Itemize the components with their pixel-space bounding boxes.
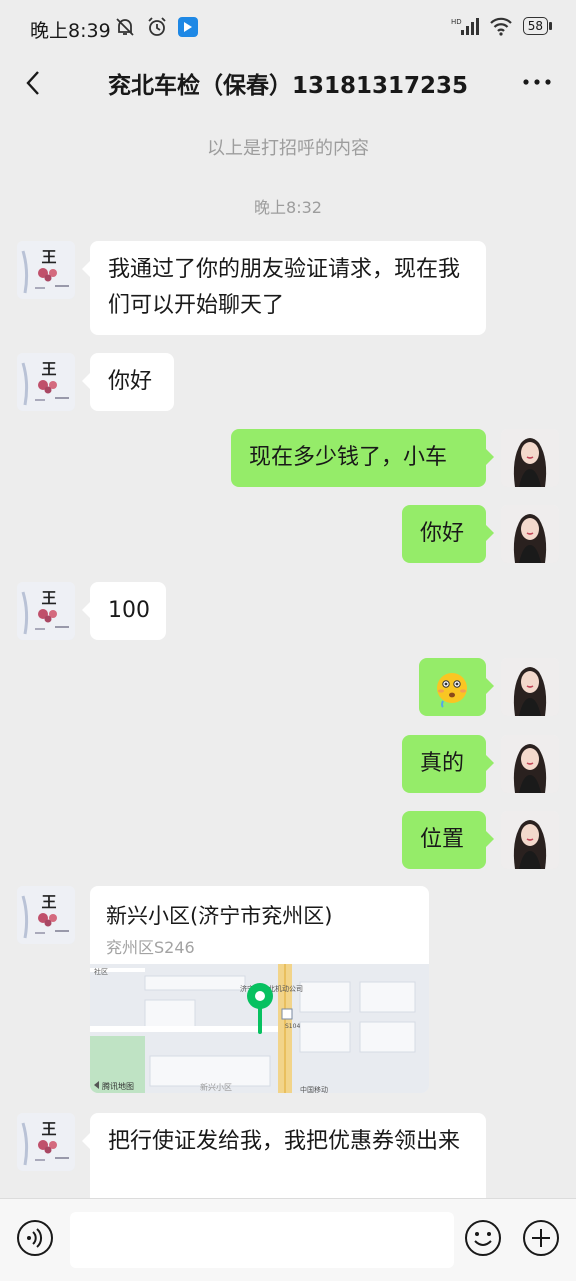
- contact-avatar[interactable]: 王: [17, 241, 75, 299]
- woman-avatar-image: [501, 811, 559, 869]
- chat-title: 兖北车检（保春）13181317235: [107, 73, 469, 99]
- brand-avatar-image: 王: [17, 1113, 75, 1171]
- my-avatar[interactable]: [501, 658, 559, 716]
- map-poi-2: 北机动公司: [268, 984, 303, 993]
- message-bubble[interactable]: 把行使证发给我，我把优惠券领出来: [82, 1113, 486, 1207]
- contact-avatar[interactable]: 王: [17, 1113, 75, 1171]
- flushed-emoji-icon: [437, 673, 467, 708]
- greeting-note: 以上是打招呼的内容: [207, 138, 369, 159]
- svg-text:王: 王: [41, 893, 56, 911]
- map-mobile-label: 中国移动: [300, 1085, 328, 1093]
- message-bubble[interactable]: 位置: [402, 811, 494, 869]
- svg-text:王: 王: [41, 360, 56, 378]
- woman-avatar-image: [501, 429, 559, 487]
- message-input[interactable]: [70, 1212, 454, 1268]
- woman-avatar-image: [501, 658, 559, 716]
- status-bar: 晚上8:39 HD 58: [0, 0, 576, 56]
- app-notification-icon: [178, 17, 198, 37]
- signal-icon: HD: [451, 18, 479, 35]
- woman-avatar-image: [501, 735, 559, 793]
- voice-input-icon[interactable]: [16, 1219, 54, 1257]
- contact-avatar[interactable]: 王: [17, 582, 75, 640]
- location-card[interactable]: 新兴小区(济宁市兖州区) 兖州区S246 社区 济宁 北机动公司 S104 新兴…: [90, 886, 429, 1093]
- emoji-icon[interactable]: [464, 1219, 502, 1257]
- brand-avatar-image: 王: [17, 241, 75, 299]
- my-avatar[interactable]: [501, 429, 559, 487]
- my-avatar[interactable]: [501, 811, 559, 869]
- add-more-icon[interactable]: [522, 1219, 560, 1257]
- contact-avatar[interactable]: 王: [17, 353, 75, 411]
- message-bubble[interactable]: 你好: [82, 353, 174, 411]
- map-road-label: S104: [285, 1023, 300, 1030]
- alarm-icon: [148, 17, 166, 36]
- message-bubble[interactable]: 我通过了你的朋友验证请求，现在我们可以开始聊天了: [82, 241, 486, 335]
- battery-indicator: 58: [522, 17, 553, 35]
- my-avatar[interactable]: [501, 735, 559, 793]
- my-avatar[interactable]: [501, 505, 559, 563]
- brand-avatar-image: 王: [17, 582, 75, 640]
- brand-avatar-image: 王: [17, 886, 75, 944]
- svg-text:王: 王: [41, 248, 56, 266]
- message-bubble[interactable]: 你好: [402, 505, 494, 563]
- message-bubble[interactable]: [419, 658, 494, 716]
- chat-header: 兖北车检（保春）13181317235: [0, 56, 576, 110]
- location-map[interactable]: 社区 济宁 北机动公司 S104 新兴小区 中国移动 腾讯地图: [90, 964, 429, 1093]
- message-bubble[interactable]: 现在多少钱了，小车: [231, 429, 494, 487]
- contact-avatar[interactable]: 王: [17, 886, 75, 944]
- map-area-label: 新兴小区: [200, 1082, 232, 1092]
- status-time: 晚上8:39: [30, 20, 111, 42]
- network-label: HD: [451, 18, 462, 26]
- more-options-icon[interactable]: [522, 72, 552, 92]
- message-bubble[interactable]: 100: [82, 582, 166, 640]
- woman-avatar-image: [501, 505, 559, 563]
- message-timestamp: 晚上8:32: [254, 198, 322, 217]
- svg-text:王: 王: [41, 1120, 56, 1138]
- brand-avatar-image: 王: [17, 353, 75, 411]
- mute-bell-icon: [116, 18, 134, 36]
- svg-text:王: 王: [41, 589, 56, 607]
- wifi-icon: [489, 17, 512, 36]
- back-arrow-icon[interactable]: [20, 68, 50, 98]
- svg-text:社区: 社区: [94, 967, 108, 976]
- location-address: 兖州区S246: [106, 938, 195, 957]
- map-provider-label: 腾讯地图: [102, 1081, 134, 1091]
- message-bubble[interactable]: 真的: [402, 735, 494, 793]
- location-name: 新兴小区(济宁市兖州区): [106, 904, 333, 928]
- input-bar: [0, 1198, 576, 1281]
